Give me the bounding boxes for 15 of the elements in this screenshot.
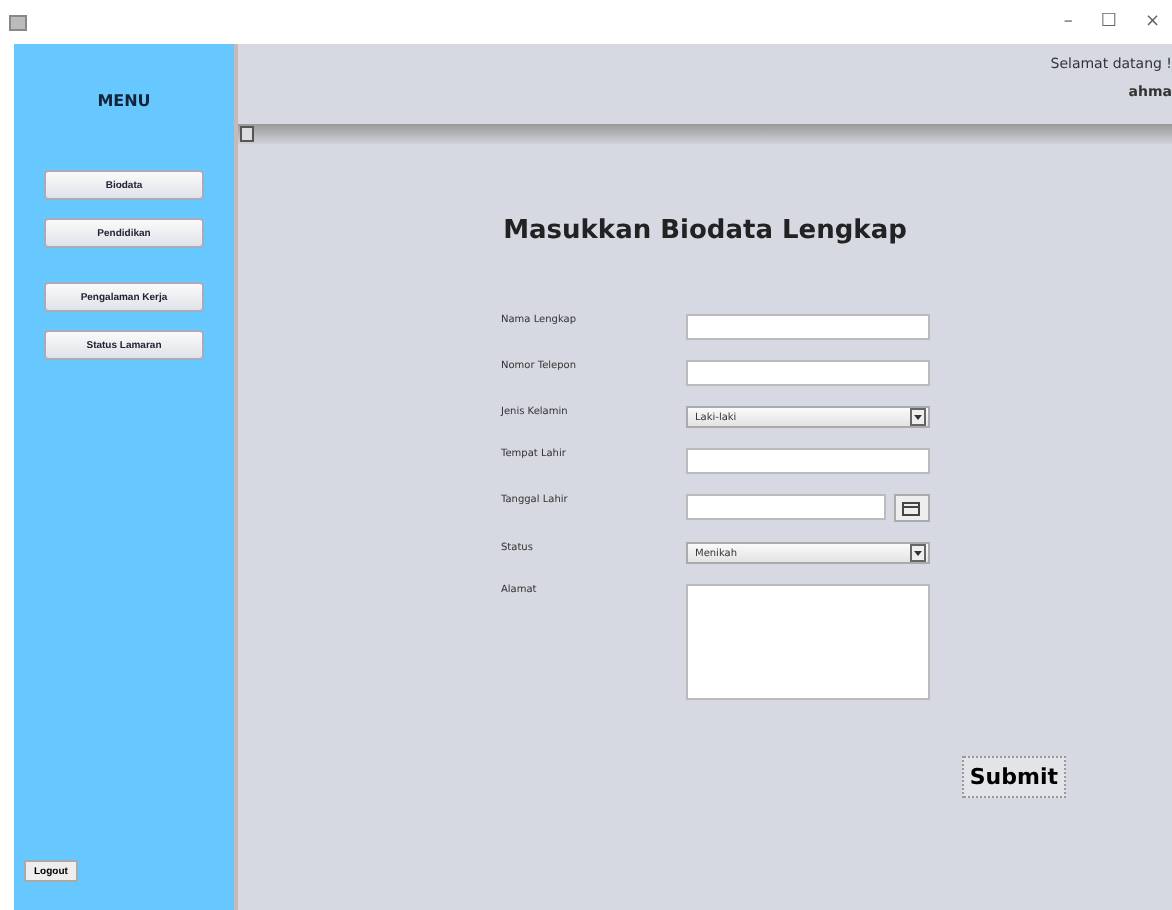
input-field[interactable]	[685, 448, 929, 474]
app-icon	[8, 12, 28, 32]
calendar-button[interactable]	[893, 494, 929, 522]
calendar-icon	[902, 500, 920, 516]
window-control[interactable]: –	[1063, 12, 1073, 32]
handle-icon[interactable]	[240, 126, 254, 142]
input-field[interactable]	[685, 314, 929, 340]
text-area[interactable]	[685, 584, 929, 700]
form-title: Masukkan Biodata Lengkap	[503, 216, 907, 246]
window-control[interactable]: ☐	[1100, 12, 1117, 32]
menu-title: MENU	[97, 92, 151, 110]
window-control[interactable]: ×	[1144, 12, 1160, 32]
date-field[interactable]	[685, 494, 885, 520]
input-field[interactable]	[685, 360, 929, 386]
submit-button[interactable]: Submit	[961, 756, 1066, 798]
